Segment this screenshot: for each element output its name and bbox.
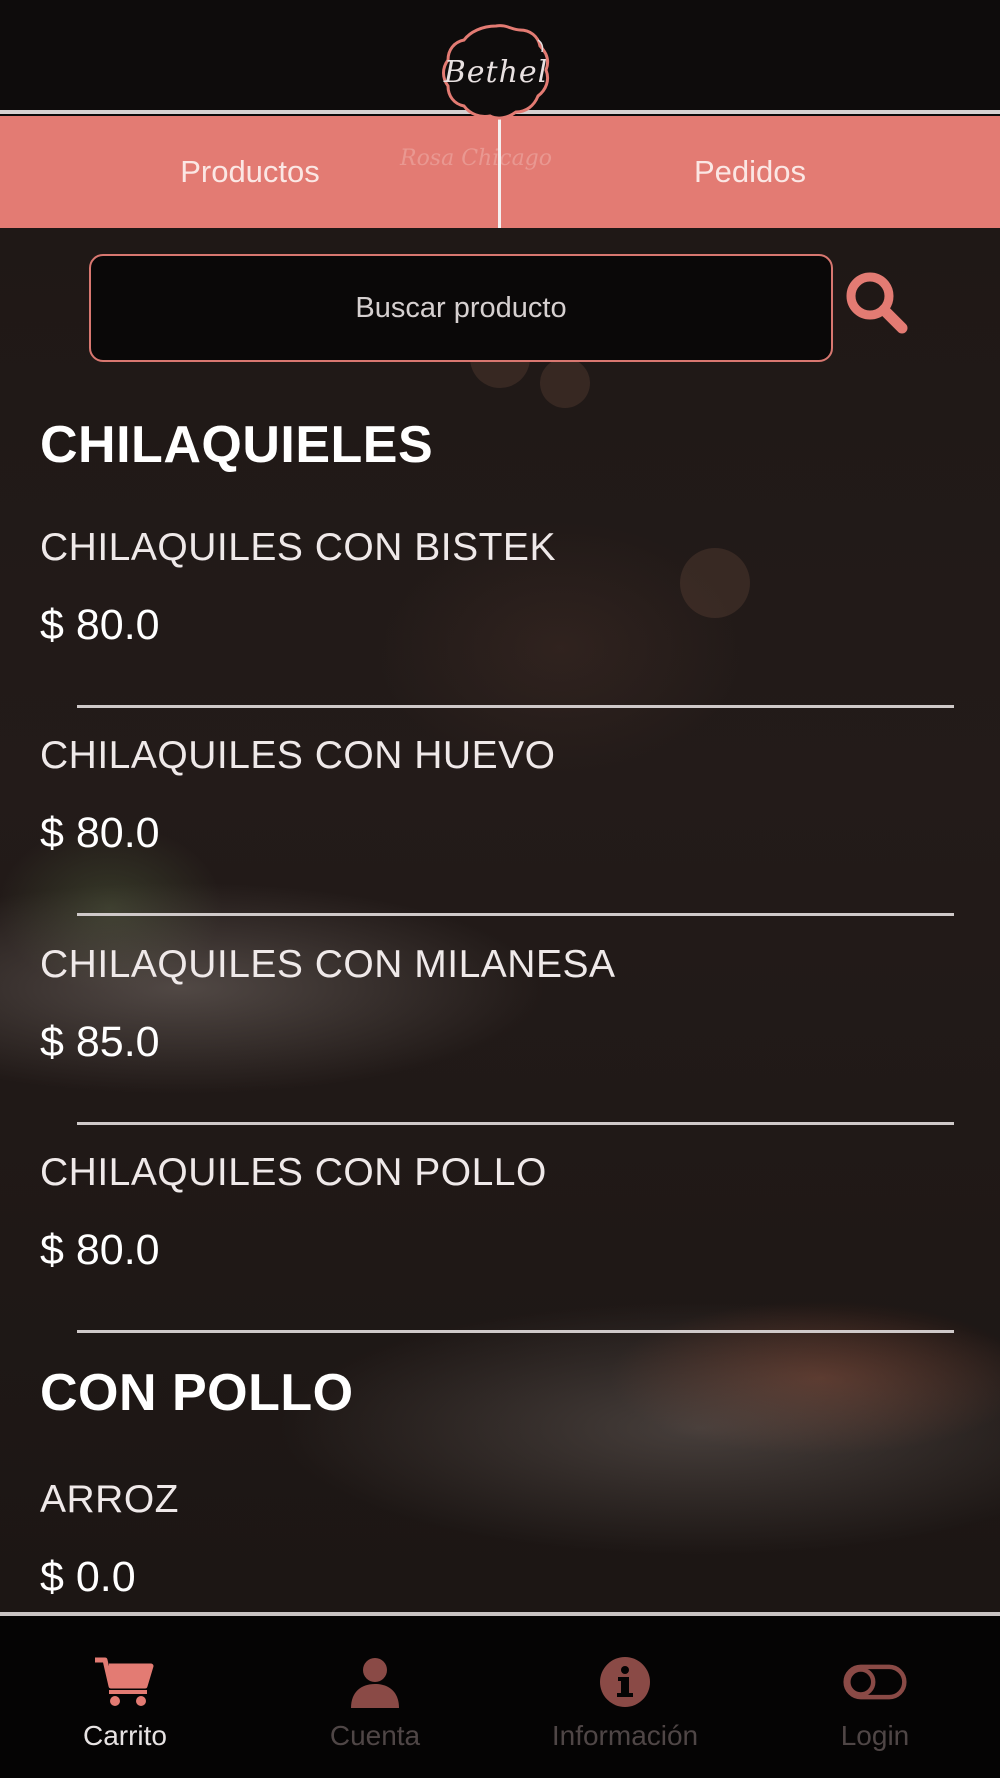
bottom-nav: Carrito Cuenta Información Login (0, 1616, 1000, 1778)
nav-label: Login (840, 1720, 910, 1751)
logo-subtext: Rosa Chicago (400, 146, 553, 171)
tab-productos[interactable]: Productos (0, 116, 500, 228)
product-name[interactable]: CHILAQUILES CON POLLO (40, 1151, 547, 1195)
category-title: CON POLLO (40, 1364, 354, 1422)
search-input[interactable] (91, 256, 831, 360)
product-price: $ 80.0 (40, 809, 160, 857)
product-name[interactable]: CHILAQUILES CON MILANESA (40, 943, 615, 987)
bethel-logo: Bethel (434, 20, 558, 124)
tab-divider (498, 116, 501, 228)
row-divider (77, 1122, 954, 1125)
user-icon (343, 1656, 407, 1708)
nav-informacion[interactable]: Información (500, 1616, 750, 1778)
category-title: CHILAQUIELES (40, 416, 434, 474)
product-price: $ 80.0 (40, 1226, 160, 1274)
nav-carrito[interactable]: Carrito (0, 1616, 250, 1778)
tab-pedidos[interactable]: Pedidos (500, 116, 1000, 228)
product-name[interactable]: CHILAQUILES CON HUEVO (40, 734, 555, 778)
toggle-icon (843, 1656, 907, 1708)
product-name[interactable]: ARROZ (40, 1478, 179, 1522)
nav-label: Carrito (82, 1720, 167, 1751)
nav-login[interactable]: Login (750, 1616, 1000, 1778)
product-price: $ 85.0 (40, 1018, 160, 1066)
logo-text: Bethel (443, 54, 549, 90)
search-icon (846, 272, 908, 334)
row-divider (77, 705, 954, 708)
row-divider (77, 1330, 954, 1333)
product-price: $ 0.0 (40, 1553, 136, 1601)
nav-label: Cuenta (329, 1720, 421, 1751)
nav-label: Información (551, 1720, 699, 1751)
row-divider (77, 913, 954, 916)
product-price: $ 80.0 (40, 601, 160, 649)
nav-cuenta[interactable]: Cuenta (250, 1616, 500, 1778)
search-button[interactable] (838, 264, 916, 342)
search-box (89, 254, 833, 362)
tab-bar: Rosa Chicago Productos Pedidos (0, 116, 1000, 228)
info-icon (593, 1656, 657, 1708)
cart-icon (93, 1656, 157, 1708)
product-name[interactable]: CHILAQUILES CON BISTEK (40, 526, 556, 570)
